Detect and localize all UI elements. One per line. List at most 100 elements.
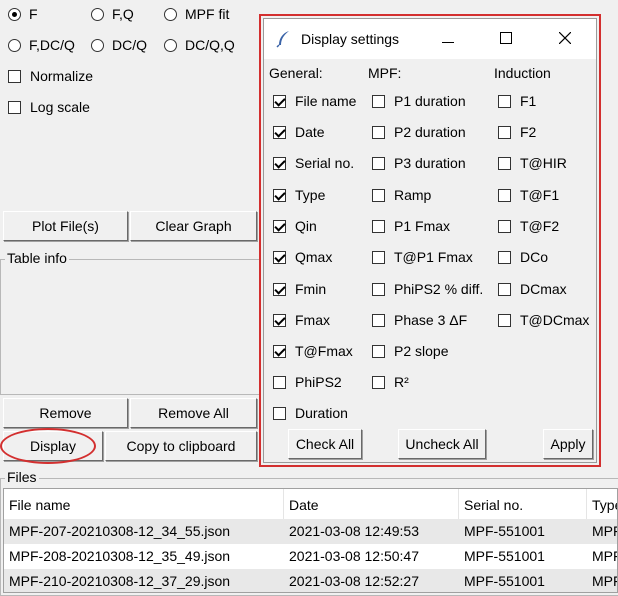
- general-checkbox-t-at-fmax[interactable]: T@Fmax: [273, 343, 353, 359]
- general-checkbox-qin[interactable]: Qin: [273, 218, 317, 234]
- checkbox[interactable]: [498, 156, 511, 170]
- dialog-titlebar[interactable]: Display settings: [264, 19, 596, 59]
- checkbox[interactable]: [372, 282, 385, 296]
- general-checkbox-phips2[interactable]: PhiPS2: [273, 374, 342, 390]
- induction-checkbox-f2[interactable]: F2: [498, 124, 536, 140]
- normalize-checkbox[interactable]: Normalize: [8, 68, 93, 84]
- radio-button[interactable]: [91, 38, 104, 52]
- checkbox[interactable]: [372, 375, 385, 389]
- checkbox[interactable]: [372, 219, 385, 233]
- table-row[interactable]: MPF-207-20210308-12_34_55.json 2021-03-0…: [4, 519, 617, 544]
- checkbox[interactable]: [498, 219, 511, 233]
- radio-f[interactable]: F: [8, 6, 38, 22]
- checkbox-label: P1 Fmax: [394, 218, 451, 234]
- radio-button[interactable]: [91, 7, 104, 21]
- checkbox[interactable]: [273, 125, 286, 139]
- induction-checkbox-f1[interactable]: F1: [498, 93, 536, 109]
- general-checkbox-file-name[interactable]: File name: [273, 93, 356, 109]
- general-checkbox-fmax[interactable]: Fmax: [273, 312, 330, 328]
- checkbox[interactable]: [273, 156, 286, 170]
- table-row[interactable]: MPF-208-20210308-12_35_49.json 2021-03-0…: [4, 544, 617, 569]
- checkbox[interactable]: [372, 125, 385, 139]
- mpf-checkbox-p3-duration[interactable]: P3 duration: [372, 155, 466, 171]
- radio-button[interactable]: [164, 38, 177, 52]
- checkbox[interactable]: [498, 125, 511, 139]
- mpf-checkbox-phase3-delta-f[interactable]: Phase 3 ΔF: [372, 312, 467, 328]
- checkbox[interactable]: [498, 282, 511, 296]
- checkbox[interactable]: [372, 250, 385, 264]
- radio-f-q[interactable]: F,Q: [91, 6, 134, 22]
- checkbox[interactable]: [273, 282, 286, 296]
- checkbox[interactable]: [372, 188, 385, 202]
- table-header: File name Date Serial no. Type: [4, 489, 617, 521]
- table-row[interactable]: MPF-210-20210308-12_37_29.json 2021-03-0…: [4, 569, 617, 592]
- general-checkbox-date[interactable]: Date: [273, 124, 325, 140]
- general-checkbox-duration[interactable]: Duration: [273, 405, 348, 421]
- radio-button[interactable]: [8, 38, 21, 52]
- general-checkbox-type[interactable]: Type: [273, 187, 325, 203]
- checkbox[interactable]: [273, 188, 286, 202]
- checkbox[interactable]: [273, 406, 286, 420]
- general-checkbox-qmax[interactable]: Qmax: [273, 249, 332, 265]
- mpf-checkbox-phips2-diff[interactable]: PhiPS2 % diff.: [372, 281, 483, 297]
- induction-checkbox-t-at-f1[interactable]: T@F1: [498, 187, 559, 203]
- checkbox[interactable]: [498, 250, 511, 264]
- checkbox[interactable]: [273, 344, 286, 358]
- checkbox[interactable]: [372, 94, 385, 108]
- cell-type: MPF: [592, 548, 617, 564]
- mpf-checkbox-p2-slope[interactable]: P2 slope: [372, 343, 448, 359]
- checkbox[interactable]: [372, 344, 385, 358]
- checkbox[interactable]: [498, 94, 511, 108]
- induction-checkbox-t-at-f2[interactable]: T@F2: [498, 218, 559, 234]
- cell-date: 2021-03-08 12:52:27: [289, 573, 419, 589]
- radio-f-dcq[interactable]: F,DC/Q: [8, 37, 75, 53]
- remove-all-button[interactable]: Remove All: [130, 398, 257, 428]
- column-header-date[interactable]: Date: [284, 489, 459, 521]
- log-scale-checkbox[interactable]: Log scale: [8, 99, 90, 115]
- checkbox-label: Fmax: [295, 312, 330, 328]
- column-header-file-name[interactable]: File name: [4, 489, 284, 521]
- induction-checkbox-t-at-hir[interactable]: T@HIR: [498, 155, 567, 171]
- radio-dcq-q[interactable]: DC/Q,Q: [164, 37, 235, 53]
- radio-mpf-fit[interactable]: MPF fit: [164, 6, 229, 22]
- checkbox[interactable]: [273, 94, 286, 108]
- general-checkbox-fmin[interactable]: Fmin: [273, 281, 326, 297]
- checkbox[interactable]: [372, 313, 385, 327]
- radio-dcq[interactable]: DC/Q: [91, 37, 147, 53]
- checkbox[interactable]: [372, 156, 385, 170]
- copy-to-clipboard-button[interactable]: Copy to clipboard: [105, 431, 257, 461]
- column-header-type[interactable]: Type: [587, 489, 617, 521]
- induction-checkbox-dcmax[interactable]: DCmax: [498, 281, 567, 297]
- mpf-checkbox-p2-duration[interactable]: P2 duration: [372, 124, 466, 140]
- minimize-icon: [442, 31, 454, 47]
- mpf-checkbox-p1-fmax[interactable]: P1 Fmax: [372, 218, 450, 234]
- mpf-checkbox-p1-duration[interactable]: P1 duration: [372, 93, 466, 109]
- induction-checkbox-dco[interactable]: DCo: [498, 249, 548, 265]
- checkbox[interactable]: [8, 69, 21, 83]
- checkbox-label: File name: [295, 93, 357, 109]
- radio-button[interactable]: [8, 7, 21, 21]
- checkbox[interactable]: [273, 313, 286, 327]
- radio-button[interactable]: [164, 7, 177, 21]
- checkbox[interactable]: [273, 219, 286, 233]
- checkbox[interactable]: [273, 375, 286, 389]
- induction-checkbox-t-at-dcmax[interactable]: T@DCmax: [498, 312, 589, 328]
- clear-graph-button[interactable]: Clear Graph: [130, 211, 257, 241]
- plot-files-button[interactable]: Plot File(s): [3, 211, 128, 241]
- checkbox[interactable]: [498, 313, 511, 327]
- maximize-button[interactable]: [477, 19, 535, 59]
- uncheck-all-button[interactable]: Uncheck All: [398, 429, 486, 459]
- column-header-serial-no[interactable]: Serial no.: [459, 489, 587, 521]
- general-checkbox-serial-no[interactable]: Serial no.: [273, 155, 354, 171]
- checkbox[interactable]: [273, 250, 286, 264]
- remove-button[interactable]: Remove: [3, 398, 128, 428]
- check-all-button[interactable]: Check All: [288, 429, 362, 459]
- checkbox[interactable]: [498, 188, 511, 202]
- mpf-checkbox-r-squared[interactable]: R²: [372, 374, 409, 390]
- apply-button[interactable]: Apply: [543, 429, 593, 459]
- checkbox[interactable]: [8, 100, 21, 114]
- mpf-checkbox-ramp[interactable]: Ramp: [372, 187, 431, 203]
- close-button[interactable]: [536, 19, 594, 59]
- mpf-checkbox-t-at-p1-fmax[interactable]: T@P1 Fmax: [372, 249, 473, 265]
- minimize-button[interactable]: [419, 19, 477, 59]
